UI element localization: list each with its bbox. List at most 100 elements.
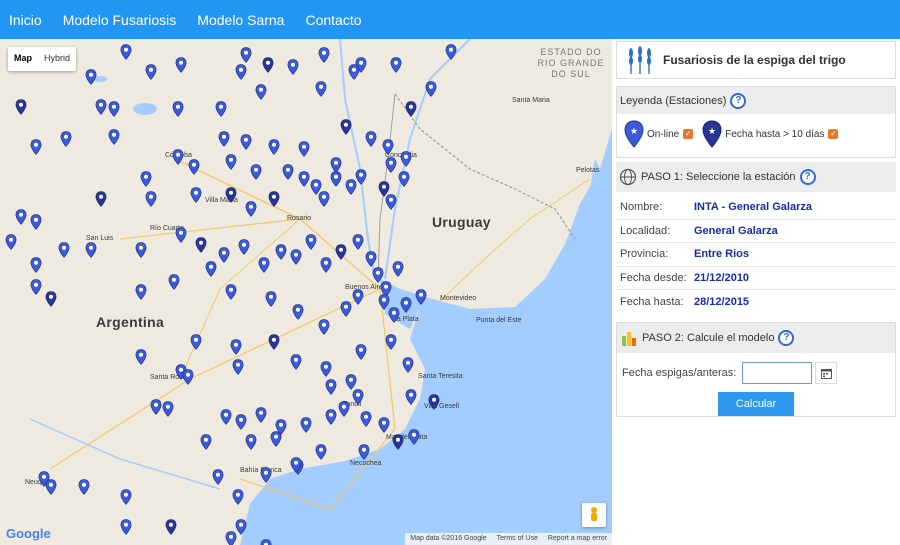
report-map-error-link[interactable]: Report a map error [543, 533, 612, 545]
online-station-marker-icon[interactable] [258, 257, 270, 273]
online-station-marker-icon[interactable] [360, 411, 372, 427]
online-station-marker-icon[interactable] [190, 334, 202, 350]
online-station-marker-icon[interactable] [318, 319, 330, 335]
online-station-marker-icon[interactable] [215, 101, 227, 117]
online-station-marker-icon[interactable] [275, 244, 287, 260]
online-station-marker-icon[interactable] [382, 139, 394, 155]
online-station-marker-icon[interactable] [425, 81, 437, 97]
online-station-marker-icon[interactable] [250, 164, 262, 180]
online-station-marker-icon[interactable] [255, 407, 267, 423]
old-station-marker-icon[interactable] [15, 99, 27, 115]
online-station-marker-icon[interactable] [290, 457, 302, 473]
online-station-marker-icon[interactable] [218, 247, 230, 263]
old-station-marker-icon[interactable] [392, 434, 404, 450]
online-station-marker-icon[interactable] [390, 57, 402, 73]
online-station-marker-icon[interactable] [190, 187, 202, 203]
online-checkbox[interactable]: ✓ [683, 129, 694, 139]
online-station-marker-icon[interactable] [168, 274, 180, 290]
online-station-marker-icon[interactable] [378, 417, 390, 433]
online-station-marker-icon[interactable] [145, 64, 157, 80]
online-station-marker-icon[interactable] [232, 359, 244, 375]
online-station-marker-icon[interactable] [385, 157, 397, 173]
online-station-marker-icon[interactable] [355, 344, 367, 360]
online-station-marker-icon[interactable] [30, 214, 42, 230]
online-station-marker-icon[interactable] [320, 361, 332, 377]
online-station-marker-icon[interactable] [175, 57, 187, 73]
old-station-marker-icon[interactable] [428, 394, 440, 410]
online-station-marker-icon[interactable] [30, 257, 42, 273]
online-station-marker-icon[interactable] [230, 339, 242, 355]
old-station-marker-icon[interactable] [45, 291, 57, 307]
online-station-marker-icon[interactable] [340, 301, 352, 317]
old-station-marker-icon[interactable] [268, 191, 280, 207]
old-station-marker-icon[interactable] [340, 119, 352, 135]
online-station-marker-icon[interactable] [85, 69, 97, 85]
online-station-marker-icon[interactable] [212, 469, 224, 485]
online-station-marker-icon[interactable] [315, 444, 327, 460]
online-station-marker-icon[interactable] [405, 389, 417, 405]
online-station-marker-icon[interactable] [265, 291, 277, 307]
online-station-marker-icon[interactable] [408, 429, 420, 445]
online-station-marker-icon[interactable] [292, 304, 304, 320]
online-station-marker-icon[interactable] [205, 261, 217, 277]
old-station-marker-icon[interactable] [195, 237, 207, 253]
online-station-marker-icon[interactable] [400, 151, 412, 167]
online-station-marker-icon[interactable] [348, 64, 360, 80]
online-station-marker-icon[interactable] [270, 431, 282, 447]
online-station-marker-icon[interactable] [140, 171, 152, 187]
online-station-marker-icon[interactable] [172, 149, 184, 165]
online-station-marker-icon[interactable] [245, 434, 257, 450]
online-station-marker-icon[interactable] [120, 519, 132, 535]
terms-of-use-link[interactable]: Terms of Use [492, 533, 543, 545]
online-station-marker-icon[interactable] [298, 141, 310, 157]
online-station-marker-icon[interactable] [120, 489, 132, 505]
online-station-marker-icon[interactable] [318, 47, 330, 63]
online-station-marker-icon[interactable] [290, 249, 302, 265]
online-station-marker-icon[interactable] [385, 194, 397, 210]
online-station-marker-icon[interactable] [188, 159, 200, 175]
online-station-marker-icon[interactable] [108, 101, 120, 117]
online-station-marker-icon[interactable] [30, 139, 42, 155]
online-station-marker-icon[interactable] [358, 444, 370, 460]
online-station-marker-icon[interactable] [445, 44, 457, 60]
online-station-marker-icon[interactable] [238, 239, 250, 255]
online-station-marker-icon[interactable] [325, 409, 337, 425]
stations-map[interactable]: Map Hybrid Argentina Uruguay ESTADO DO R… [0, 39, 612, 545]
online-station-marker-icon[interactable] [120, 44, 132, 60]
online-station-marker-icon[interactable] [355, 169, 367, 185]
online-station-marker-icon[interactable] [225, 154, 237, 170]
online-station-marker-icon[interactable] [225, 284, 237, 300]
online-station-marker-icon[interactable] [415, 289, 427, 305]
map-type-map[interactable]: Map [8, 47, 38, 71]
online-station-marker-icon[interactable] [145, 191, 157, 207]
map-type-hybrid[interactable]: Hybrid [38, 47, 76, 71]
old-station-marker-icon[interactable] [335, 244, 347, 260]
pegman-icon[interactable] [582, 503, 606, 527]
online-station-marker-icon[interactable] [298, 171, 310, 187]
online-station-marker-icon[interactable] [58, 242, 70, 258]
paso2-help-icon[interactable]: ? [778, 330, 795, 346]
paso1-help-icon[interactable]: ? [799, 169, 816, 185]
online-station-marker-icon[interactable] [388, 307, 400, 323]
online-station-marker-icon[interactable] [30, 279, 42, 295]
old-station-marker-icon[interactable] [405, 101, 417, 117]
fecha-espigas-input[interactable] [742, 362, 813, 384]
online-station-marker-icon[interactable] [300, 417, 312, 433]
online-station-marker-icon[interactable] [305, 234, 317, 250]
online-station-marker-icon[interactable] [287, 59, 299, 75]
online-station-marker-icon[interactable] [5, 234, 17, 250]
calendar-icon[interactable] [815, 362, 838, 384]
old-station-marker-icon[interactable] [262, 57, 274, 73]
old-station-marker-icon[interactable] [95, 191, 107, 207]
nav-modelo-fusariosis[interactable]: Modelo Fusariosis [63, 12, 177, 28]
online-station-marker-icon[interactable] [260, 539, 272, 545]
online-station-marker-icon[interactable] [60, 131, 72, 147]
online-station-marker-icon[interactable] [398, 171, 410, 187]
online-station-marker-icon[interactable] [135, 284, 147, 300]
nav-inicio[interactable]: Inicio [9, 12, 42, 28]
online-station-marker-icon[interactable] [402, 357, 414, 373]
online-station-marker-icon[interactable] [235, 64, 247, 80]
online-station-marker-icon[interactable] [365, 131, 377, 147]
online-station-marker-icon[interactable] [162, 401, 174, 417]
online-station-marker-icon[interactable] [225, 531, 237, 545]
